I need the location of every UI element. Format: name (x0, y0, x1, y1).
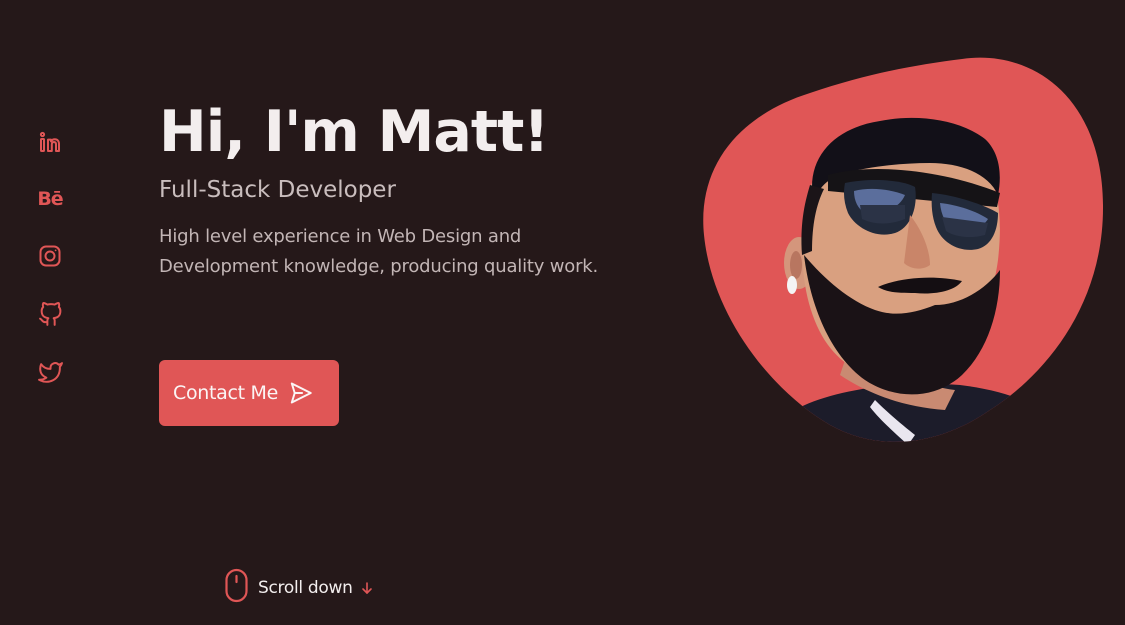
github-link[interactable] (36, 300, 64, 328)
contact-me-label: Contact Me (173, 382, 279, 404)
arrow-down-icon (361, 581, 373, 595)
twitter-icon (37, 360, 63, 385)
behance-icon: Bē (37, 187, 63, 210)
instagram-link[interactable] (36, 242, 64, 270)
linkedin-link[interactable] (36, 128, 64, 156)
instagram-icon (38, 244, 62, 268)
hero-text: Hi, I'm Matt! Full-Stack Developer High … (159, 96, 629, 282)
github-icon (38, 301, 63, 327)
scroll-down-label: Scroll down (258, 578, 353, 598)
hero-title: Hi, I'm Matt! (159, 99, 549, 165)
scroll-down-link[interactable]: Scroll down (224, 568, 373, 608)
home-section: Bē Hi, I'm Matt! Full-Stack Developer Hi… (0, 0, 1125, 625)
hero-description: High level experience in Web Design and … (159, 226, 599, 277)
linkedin-icon (38, 130, 62, 154)
hero-subtitle: Full-Stack Developer (159, 177, 396, 203)
contact-me-button[interactable]: Contact Me (159, 360, 339, 426)
twitter-link[interactable] (36, 358, 64, 386)
profile-photo (700, 55, 1110, 455)
behance-link[interactable]: Bē (36, 185, 64, 213)
mouse-icon (224, 568, 250, 608)
send-icon (288, 380, 314, 406)
